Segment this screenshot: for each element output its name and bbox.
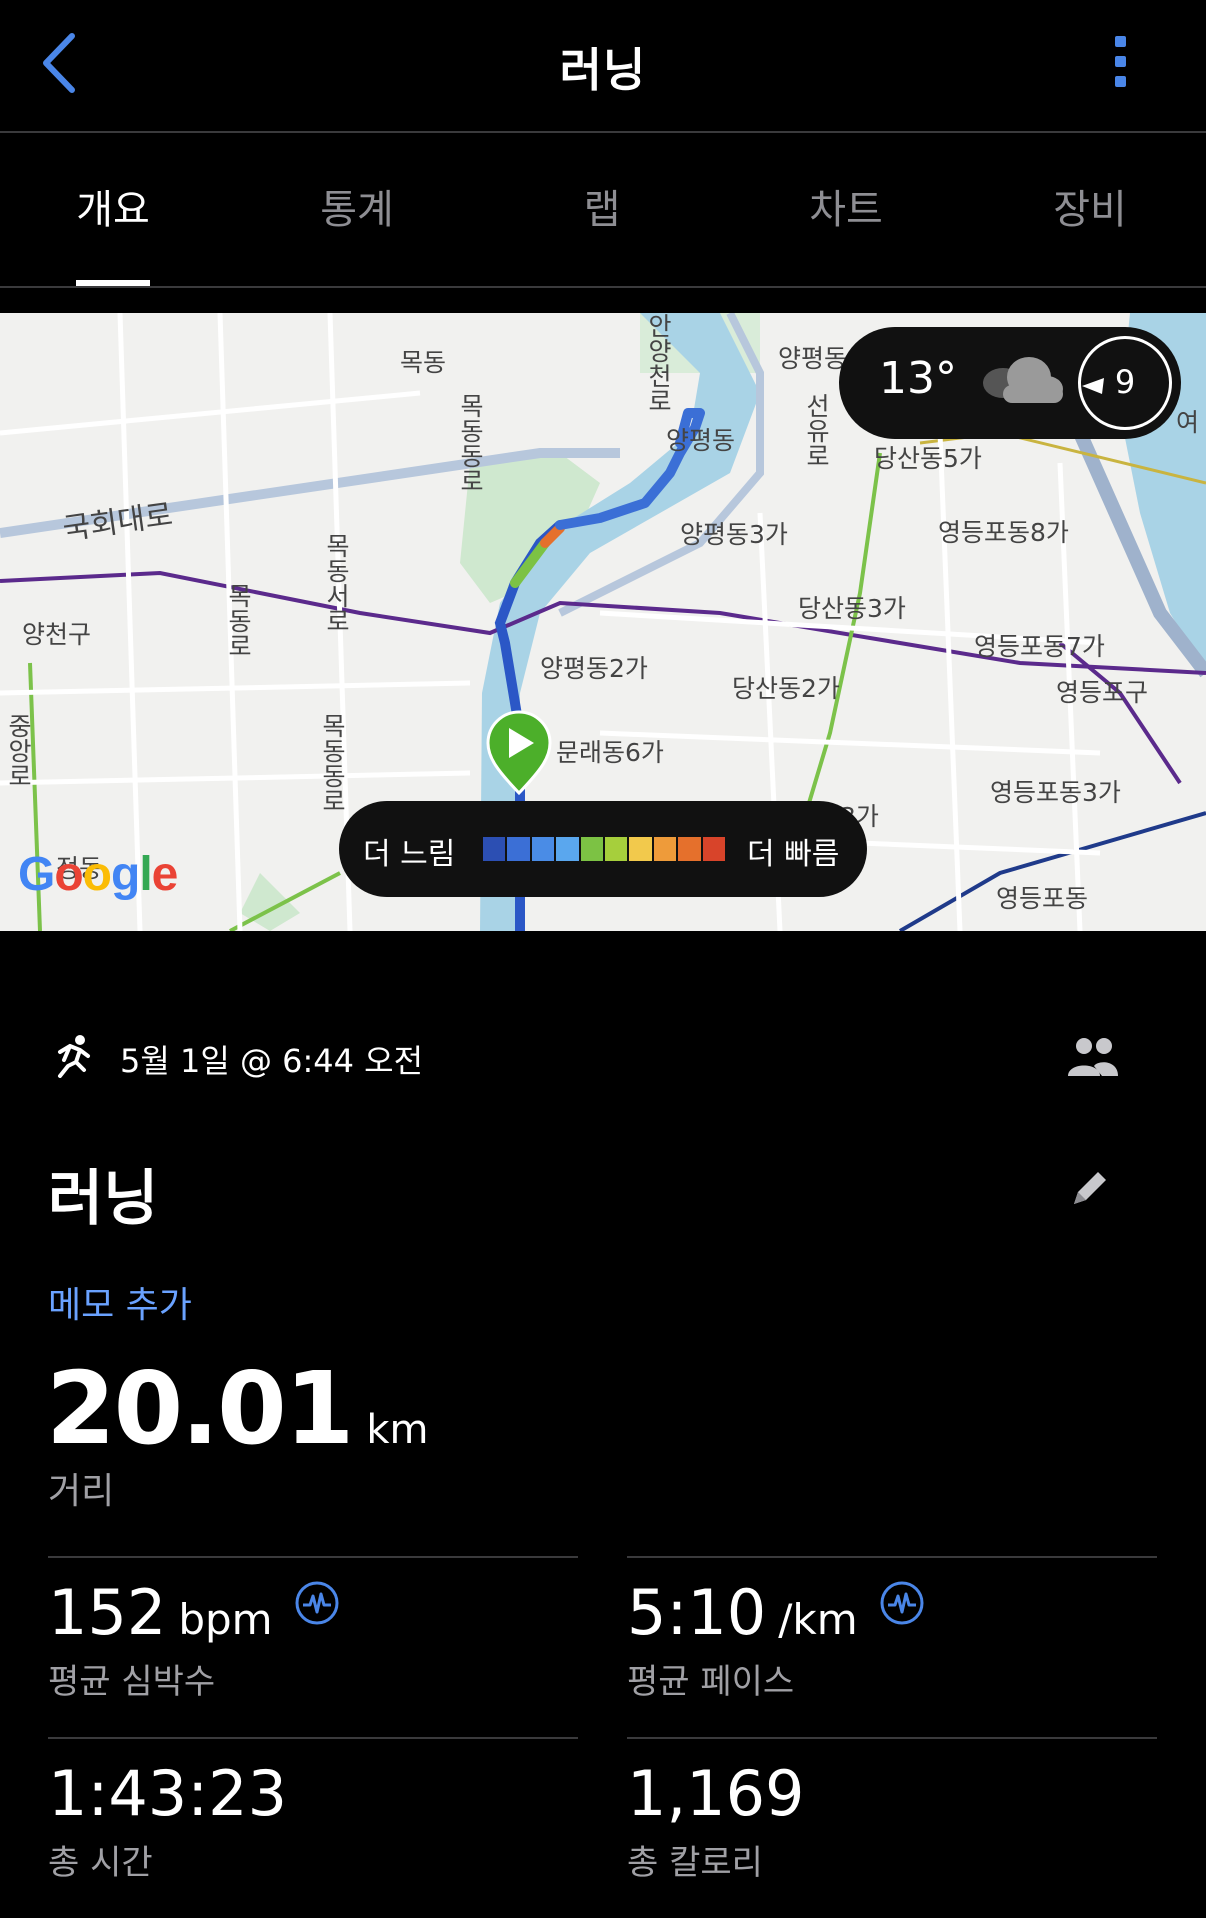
distance-unit: km bbox=[366, 1407, 429, 1453]
heart-rate-value: 152 bbox=[48, 1576, 167, 1649]
pace-color-swatch bbox=[605, 837, 628, 861]
total-time-value: 1:43:23 bbox=[48, 1757, 288, 1830]
map-label: 양천구 bbox=[22, 620, 92, 649]
map-label: 양평동3가 bbox=[680, 520, 788, 549]
tab-laps[interactable]: 랩 bbox=[502, 135, 702, 286]
distance-label: 거리 bbox=[48, 1471, 115, 1512]
map-label: 양평동2가 bbox=[540, 654, 648, 683]
distance-number: 20.01 bbox=[46, 1350, 354, 1467]
calories-label: 총 칼로리 bbox=[627, 1843, 763, 1883]
weather-badge: 13° 9 bbox=[839, 327, 1181, 439]
route-map[interactable]: 목동 양평동 양평동 양평동3가 당산동5가 영등포동8가 국회대로 당산동3가… bbox=[0, 313, 1206, 931]
map-label: 양평동 bbox=[778, 344, 848, 373]
map-label: 안양천로 bbox=[644, 313, 673, 413]
total-time-label: 총 시간 bbox=[48, 1843, 153, 1883]
pace-color-swatch bbox=[629, 837, 652, 861]
cloud-icon bbox=[983, 357, 1063, 403]
calories-value: 1,169 bbox=[627, 1757, 805, 1830]
pace-value: 5:10 bbox=[627, 1576, 767, 1649]
tab-charts[interactable]: 차트 bbox=[746, 135, 946, 286]
stat-pace[interactable]: 5:10/km 평균 페이스 bbox=[627, 1556, 1157, 1736]
pencil-icon[interactable] bbox=[1068, 1166, 1112, 1210]
map-label: 당산동2가 bbox=[732, 674, 840, 703]
header: 러닝 bbox=[0, 0, 1206, 133]
stat-heart-rate[interactable]: 152 bpm 평균 심박수 bbox=[48, 1556, 578, 1736]
tab-overview[interactable]: 개요 bbox=[13, 135, 213, 286]
map-label: 목동서로 bbox=[322, 533, 351, 633]
legend-slow-label: 더 느림 bbox=[363, 837, 456, 872]
add-memo-link[interactable]: 메모 추가 bbox=[48, 1276, 192, 1328]
map-label: 양평동 bbox=[666, 426, 736, 455]
page-title: 러닝 bbox=[559, 43, 647, 97]
pace-legend: 더 느림 더 빠름 bbox=[339, 801, 867, 897]
map-label: 영등포동3가 bbox=[990, 778, 1121, 807]
heart-rate-unit: bpm bbox=[178, 1595, 273, 1644]
pace-color-swatch bbox=[702, 837, 726, 861]
stat-calories[interactable]: 1,169 총 칼로리 bbox=[627, 1737, 1157, 1907]
tab-stats[interactable]: 통계 bbox=[257, 135, 457, 286]
temperature: 13° bbox=[879, 353, 957, 404]
pace-label: 평균 페이스 bbox=[627, 1662, 795, 1702]
pace-monitor-icon bbox=[880, 1581, 924, 1625]
heart-rate-label: 평균 심박수 bbox=[48, 1662, 216, 1702]
activity-meta: 5월 1일 @ 6:44 오전 bbox=[50, 1030, 1160, 1082]
map-label: 문래동6가 bbox=[556, 738, 664, 767]
map-label: 영등포구 bbox=[1056, 678, 1149, 707]
google-logo: Google bbox=[18, 848, 178, 901]
pace-unit: /km bbox=[778, 1595, 858, 1644]
legend-fast-label: 더 빠름 bbox=[747, 837, 840, 872]
map-label: 목동동로 bbox=[318, 713, 347, 813]
pace-color-scale bbox=[483, 837, 727, 861]
pace-color-swatch bbox=[507, 837, 530, 861]
heart-rate-monitor-icon bbox=[295, 1581, 339, 1625]
map-label: 여 bbox=[1176, 408, 1200, 437]
pace-color-swatch bbox=[653, 837, 677, 861]
more-options-button[interactable] bbox=[1105, 36, 1135, 100]
pace-color-swatch bbox=[556, 837, 579, 861]
tab-bar: 개요 통계 랩 차트 장비 bbox=[0, 135, 1206, 288]
stat-total-time[interactable]: 1:43:23 총 시간 bbox=[48, 1737, 578, 1907]
map-label: 영등포동7가 bbox=[974, 632, 1105, 661]
active-tab-indicator bbox=[76, 280, 150, 286]
map-label: 선유로 bbox=[802, 393, 831, 468]
distance-value: 20.01 km bbox=[46, 1350, 428, 1467]
map-label: 목동동로 bbox=[456, 393, 485, 493]
pace-color-swatch bbox=[580, 837, 604, 861]
map-label: 영등포동8가 bbox=[938, 518, 1069, 547]
activity-name: 러닝 bbox=[48, 1164, 159, 1234]
map-label: 영등포동 bbox=[996, 884, 1089, 913]
map-label: 목동로 bbox=[224, 583, 253, 658]
map-label: 당산동3가 bbox=[798, 594, 906, 623]
tab-gear[interactable]: 장비 bbox=[990, 135, 1190, 286]
pace-color-swatch bbox=[678, 837, 701, 861]
running-icon bbox=[58, 1035, 90, 1078]
map-label: 목동 bbox=[400, 348, 447, 377]
activity-datetime: 5월 1일 @ 6:44 오전 bbox=[120, 1042, 424, 1080]
pace-color-swatch bbox=[531, 837, 555, 861]
pace-color-swatch bbox=[483, 837, 506, 861]
map-label: 중앙로 bbox=[4, 713, 33, 788]
more-vertical-icon bbox=[1114, 36, 1126, 47]
people-icon[interactable] bbox=[1066, 1036, 1120, 1080]
wind-speed: 9 bbox=[1114, 363, 1136, 401]
map-label: 당산동5가 bbox=[874, 444, 982, 473]
wind-indicator: 9 bbox=[1078, 336, 1172, 430]
